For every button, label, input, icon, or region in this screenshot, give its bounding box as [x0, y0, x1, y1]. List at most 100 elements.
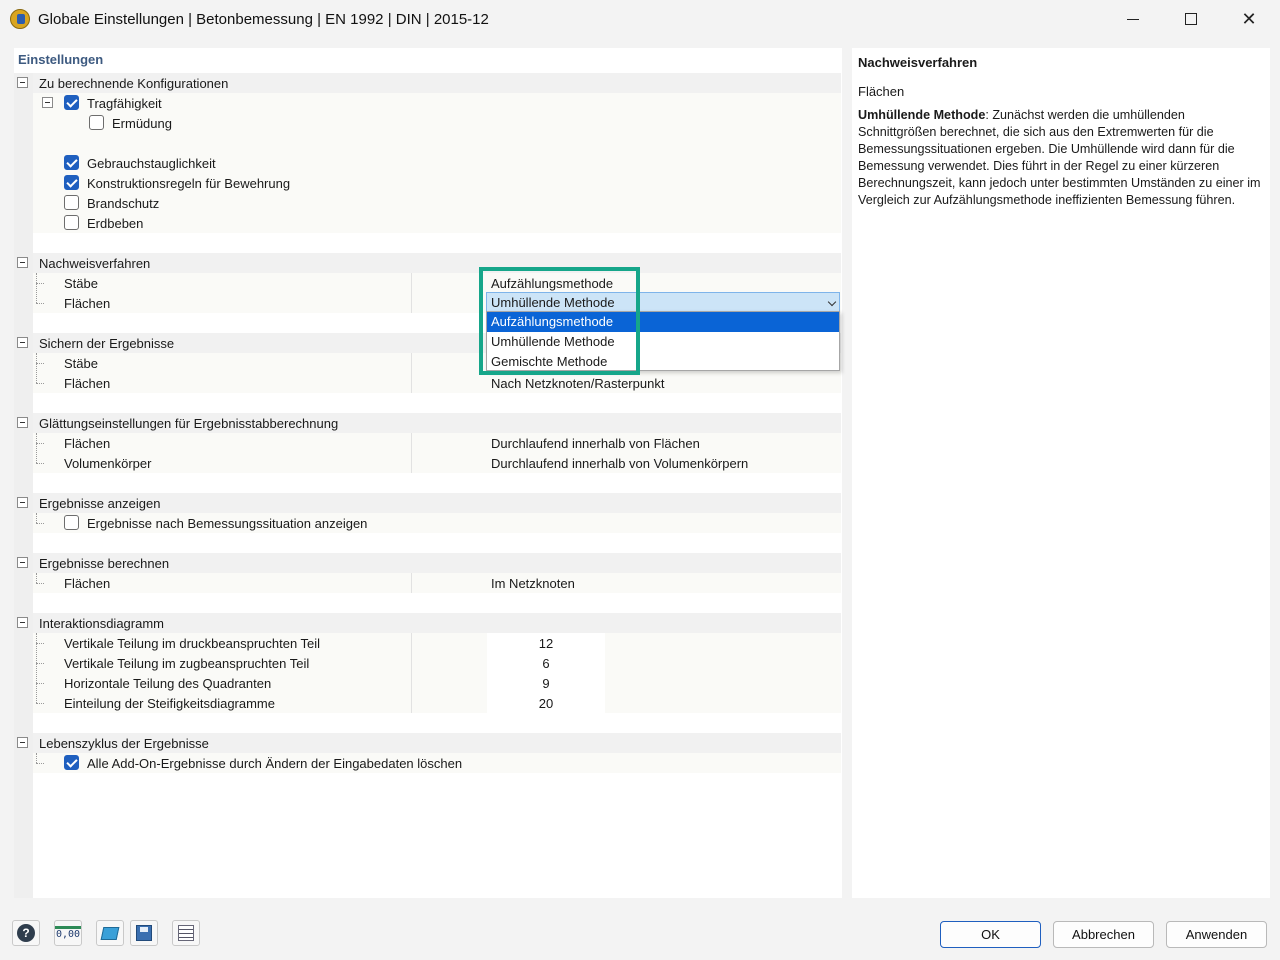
info-description-term: Umhüllende Methode — [858, 108, 986, 122]
tree-gutter — [14, 73, 33, 898]
collapse-icon[interactable] — [17, 257, 28, 268]
chevron-down-icon[interactable] — [827, 297, 837, 307]
section-glaettung[interactable]: Glättungseinstellungen für Ergebnisstabb… — [33, 413, 841, 433]
info-description: Umhüllende Methode: Zunächst werden die … — [858, 107, 1264, 209]
dialog-footer: ? 0,00 OK Abbrechen Anwenden — [0, 908, 1280, 960]
tree-line — [36, 433, 37, 463]
interaktion-label: Vertikale Teilung im zugbeanspruchten Te… — [64, 656, 310, 671]
collapse-icon[interactable] — [17, 497, 28, 508]
app-icon — [10, 9, 30, 29]
checkbox-tragfaehigkeit[interactable] — [64, 95, 79, 110]
row-spacer — [33, 133, 841, 153]
row-glaettung-volumen[interactable]: Volumenkörper Durchlaufend innerhalb von… — [33, 453, 841, 473]
checkbox-ergebnisse-loeschen[interactable] — [64, 755, 79, 770]
info-subtitle: Flächen — [858, 84, 905, 99]
settings-panel: Einstellungen Zu berechnende Konfigurati… — [14, 48, 842, 898]
maximize-button[interactable] — [1162, 0, 1220, 38]
tree-line — [36, 643, 44, 644]
flaechen-value: Durchlaufend innerhalb von Flächen — [491, 436, 700, 451]
konstruktionsregeln-label: Konstruktionsregeln für Bewehrung — [87, 176, 291, 191]
section-interaktionsdiagramm[interactable]: Interaktionsdiagramm — [33, 613, 841, 633]
row-interaktion-steifigkeit[interactable]: Einteilung der Steifigkeitsdiagramme 20 — [33, 693, 841, 713]
flaechen-label: Flächen — [64, 576, 111, 591]
info-description-text: : Zunächst werden die umhüllenden Schnit… — [858, 108, 1261, 207]
section-lebenszyklus[interactable]: Lebenszyklus der Ergebnisse — [33, 733, 841, 753]
interaktion-value[interactable]: 6 — [487, 656, 605, 671]
model-view-button[interactable] — [96, 920, 124, 946]
row-tragfaehigkeit: Tragfähigkeit — [33, 93, 841, 113]
flaechen-label: Flächen — [64, 296, 111, 311]
checkbox-bemessungssituation[interactable] — [64, 515, 79, 530]
info-panel: Nachweisverfahren Flächen Umhüllende Met… — [852, 48, 1270, 898]
row-interaktion-druck[interactable]: Vertikale Teilung im druckbeanspruchten … — [33, 633, 841, 653]
section-nachweisverfahren[interactable]: Nachweisverfahren — [33, 253, 841, 273]
gebrauchstauglichkeit-label: Gebrauchstauglichkeit — [87, 156, 216, 171]
tree-line — [36, 703, 44, 704]
column-separator — [411, 273, 412, 293]
row-interaktion-zug[interactable]: Vertikale Teilung im zugbeanspruchten Te… — [33, 653, 841, 673]
section-anzeigen[interactable]: Ergebnisse anzeigen — [33, 493, 841, 513]
section-berechnen[interactable]: Ergebnisse berechnen — [33, 553, 841, 573]
ergebnisse-loeschen-label: Alle Add-On-Ergebnisse durch Ändern der … — [87, 756, 463, 771]
tree-line — [36, 463, 44, 464]
minimize-button[interactable] — [1104, 0, 1162, 38]
interaktion-value[interactable]: 20 — [487, 696, 605, 711]
checkbox-brandschutz[interactable] — [64, 195, 79, 210]
checkbox-ermuedung[interactable] — [89, 115, 104, 130]
close-button[interactable]: ✕ — [1220, 0, 1278, 38]
apply-button[interactable]: Anwenden — [1166, 921, 1267, 948]
column-separator — [411, 653, 412, 673]
cancel-button[interactable]: Abbrechen — [1053, 921, 1154, 948]
section-label: Zu berechnende Konfigurationen — [39, 76, 229, 91]
list-settings-button[interactable] — [172, 920, 200, 946]
flaechen-label: Flächen — [64, 376, 111, 391]
collapse-icon[interactable] — [17, 337, 28, 348]
ok-button[interactable]: OK — [940, 921, 1041, 948]
tree-line — [36, 353, 37, 383]
interaktion-value[interactable]: 12 — [487, 636, 605, 651]
collapse-icon[interactable] — [17, 737, 28, 748]
row-sichern-flaechen[interactable]: Flächen Nach Netzknoten/Rasterpunkt — [33, 373, 841, 393]
row-glaettung-flaechen[interactable]: Flächen Durchlaufend innerhalb von Fläch… — [33, 433, 841, 453]
tree-line — [36, 753, 37, 763]
staebe-label: Stäbe — [64, 356, 98, 371]
checkbox-konstruktionsregeln[interactable] — [64, 175, 79, 190]
row-gebrauchstauglichkeit: Gebrauchstauglichkeit — [33, 153, 841, 173]
interaktion-label: Horizontale Teilung des Quadranten — [64, 676, 272, 691]
collapse-icon[interactable] — [17, 617, 28, 628]
row-anzeigen-bemessung: Ergebnisse nach Bemessungssituation anze… — [33, 513, 841, 533]
section-label: Lebenszyklus der Ergebnisse — [39, 736, 209, 751]
interaktion-label: Einteilung der Steifigkeitsdiagramme — [64, 696, 275, 711]
title-bar: Globale Einstellungen | Betonbemessung |… — [0, 0, 1280, 38]
panel-header: Einstellungen — [18, 52, 104, 67]
section-label: Ergebnisse anzeigen — [39, 496, 161, 511]
tree-line — [36, 523, 44, 524]
section-konfigurationen[interactable]: Zu berechnende Konfigurationen — [33, 73, 841, 93]
tree-line — [36, 763, 44, 764]
section-label: Interaktionsdiagramm — [39, 616, 164, 631]
window-title: Globale Einstellungen | Betonbemessung |… — [38, 10, 489, 28]
row-nachweis-staebe[interactable]: Stäbe Aufzählungsmethode — [33, 273, 841, 293]
collapse-icon[interactable] — [17, 417, 28, 428]
volumen-label: Volumenkörper — [64, 456, 152, 471]
row-lebenszyklus-loeschen: Alle Add-On-Ergebnisse durch Ändern der … — [33, 753, 841, 773]
checkbox-erdbeben[interactable] — [64, 215, 79, 230]
save-defaults-button[interactable] — [130, 920, 158, 946]
interaktion-label: Vertikale Teilung im druckbeanspruchten … — [64, 636, 321, 651]
collapse-icon[interactable] — [17, 77, 28, 88]
help-button[interactable]: ? — [12, 920, 40, 946]
minimize-icon — [1127, 18, 1139, 20]
row-berechnen-flaechen[interactable]: Flächen Im Netzknoten — [33, 573, 841, 593]
collapse-icon[interactable] — [42, 97, 53, 108]
checkbox-gebrauchstauglichkeit[interactable] — [64, 155, 79, 170]
collapse-icon[interactable] — [17, 557, 28, 568]
row-interaktion-quadrant[interactable]: Horizontale Teilung des Quadranten 9 — [33, 673, 841, 693]
flaechen-value: Im Netzknoten — [491, 576, 575, 591]
tragfaehigkeit-label: Tragfähigkeit — [87, 96, 162, 111]
tree-line — [36, 443, 44, 444]
numeric-format-button[interactable]: 0,00 — [54, 920, 82, 946]
interaktion-value[interactable]: 9 — [487, 676, 605, 691]
column-separator — [411, 373, 412, 393]
section-label: Ergebnisse berechnen — [39, 556, 170, 571]
tree-line — [36, 663, 44, 664]
